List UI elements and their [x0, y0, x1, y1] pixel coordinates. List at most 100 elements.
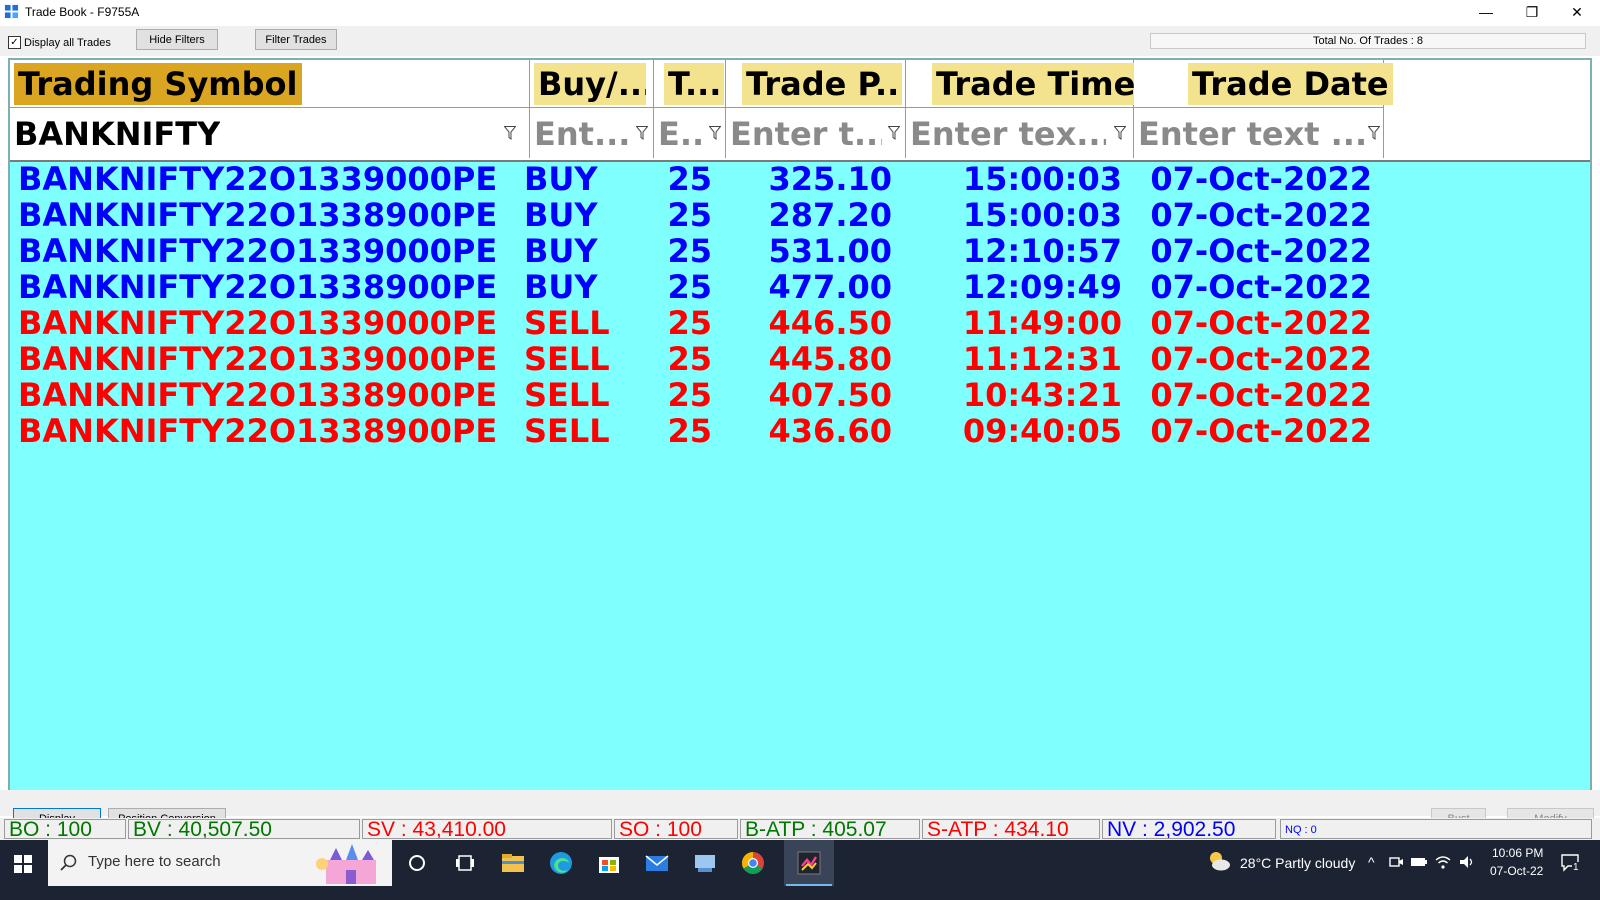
- table-row[interactable]: BANKNIFTY22O1338900PE SELL 25 407.50 10:…: [10, 378, 1410, 413]
- trading-app-taskbar-button[interactable]: [784, 840, 834, 886]
- notification-count-badge: 1: [1572, 862, 1580, 873]
- cell-price: 445.80: [768, 340, 892, 378]
- filter-trades-button[interactable]: Filter Trades: [255, 29, 337, 50]
- mail-icon[interactable]: [642, 848, 672, 878]
- filter-input-trade-price[interactable]: Enter t...: [730, 114, 882, 154]
- weather-partly-cloudy-icon[interactable]: [1206, 850, 1232, 872]
- filter-input-buy-sell[interactable]: Ent...: [534, 114, 630, 154]
- cell-symbol: BANKNIFTY22O1338900PE: [18, 268, 498, 306]
- clock-date[interactable]: 07-Oct-22: [1490, 864, 1543, 878]
- file-explorer-icon[interactable]: [498, 848, 528, 878]
- column-header-trade-price[interactable]: Trade P...: [726, 60, 906, 108]
- buy-atp-stat: B-ATP : 405.07: [740, 819, 920, 839]
- wifi-icon[interactable]: [1434, 854, 1452, 870]
- cell-price: 531.00: [768, 232, 892, 270]
- taskbar-search-box[interactable]: Type here to search: [48, 840, 392, 886]
- column-label: Buy/...: [534, 63, 646, 105]
- filter-funnel-icon[interactable]: [504, 126, 516, 140]
- cell-time: 09:40:05: [962, 412, 1122, 450]
- table-row[interactable]: BANKNIFTY22O1338900PE BUY 25 477.00 12:0…: [10, 270, 1410, 305]
- filter-funnel-icon[interactable]: [1114, 126, 1126, 140]
- show-hidden-icons-chevron-icon[interactable]: ^: [1368, 854, 1375, 870]
- active-app-indicator: [786, 884, 832, 886]
- hide-filters-button[interactable]: Hide Filters: [136, 29, 218, 50]
- edge-browser-icon[interactable]: [546, 848, 576, 878]
- cell-symbol: BANKNIFTY22O1338900PE: [18, 196, 498, 234]
- meet-now-icon[interactable]: [1388, 854, 1404, 870]
- filter-cell-trade-time[interactable]: Enter tex...: [906, 108, 1134, 158]
- cell-time: 11:12:31: [962, 340, 1122, 378]
- net-quantity-stat: NQ : 0: [1280, 819, 1592, 839]
- column-header-trade-time[interactable]: Trade Time: [906, 60, 1140, 108]
- filter-input-quantity[interactable]: E..: [658, 114, 704, 154]
- chrome-icon[interactable]: [738, 848, 768, 878]
- cell-time: 10:43:21: [962, 376, 1122, 414]
- task-view-icon[interactable]: [450, 848, 480, 878]
- column-header-buy-sell[interactable]: Buy/...: [530, 60, 654, 108]
- cell-side: BUY: [524, 160, 598, 198]
- cell-quantity: 25: [667, 160, 712, 198]
- cell-symbol: BANKNIFTY22O1338900PE: [18, 412, 498, 450]
- filter-cell-trade-date[interactable]: Enter text ...: [1134, 108, 1384, 158]
- cell-date: 07-Oct-2022: [1150, 304, 1372, 342]
- filter-cell-buy-sell[interactable]: Ent...: [530, 108, 654, 158]
- column-label: T...: [664, 63, 724, 105]
- filter-cell-quantity[interactable]: E..: [654, 108, 726, 158]
- cell-side: BUY: [524, 268, 598, 306]
- filter-funnel-icon[interactable]: [636, 126, 648, 140]
- cell-time: 12:10:57: [962, 232, 1122, 270]
- total-trades-count: Total No. Of Trades : 8: [1150, 33, 1586, 49]
- volume-icon[interactable]: [1458, 854, 1476, 870]
- cortana-icon[interactable]: [402, 848, 432, 878]
- remote-desktop-icon[interactable]: [690, 848, 720, 878]
- weather-text[interactable]: 28°C Partly cloudy: [1240, 855, 1355, 871]
- microsoft-store-icon[interactable]: [594, 848, 624, 878]
- cell-side: BUY: [524, 196, 598, 234]
- table-row[interactable]: BANKNIFTY22O1338900PE SELL 25 436.60 09:…: [10, 414, 1410, 449]
- filter-input-trading-symbol[interactable]: BANKNIFTY: [14, 114, 220, 154]
- title-bar: Trade Book - F9755A — ❐ ✕: [0, 0, 1600, 24]
- display-all-trades-checkbox[interactable]: ✓ Display all Trades: [8, 36, 111, 49]
- column-header-trading-symbol[interactable]: Trading Symbol: [10, 60, 530, 108]
- filter-funnel-icon[interactable]: [888, 126, 900, 140]
- action-bar: [0, 790, 1600, 816]
- table-row[interactable]: BANKNIFTY22O1339000PE BUY 25 325.10 15:0…: [10, 162, 1410, 197]
- battery-icon[interactable]: [1410, 855, 1428, 869]
- window-title: Trade Book - F9755A: [25, 5, 140, 19]
- cell-quantity: 25: [667, 304, 712, 342]
- table-row[interactable]: BANKNIFTY22O1339000PE SELL 25 445.80 11:…: [10, 342, 1410, 377]
- table-row[interactable]: BANKNIFTY22O1339000PE SELL 25 446.50 11:…: [10, 306, 1410, 341]
- filter-funnel-icon[interactable]: [1368, 126, 1380, 140]
- column-header-quantity[interactable]: T...: [654, 60, 726, 108]
- minimize-button[interactable]: —: [1463, 0, 1509, 24]
- clock-time[interactable]: 10:06 PM: [1492, 846, 1543, 860]
- sell-orders-stat: SO : 100: [614, 819, 738, 839]
- trading-app-icon: [797, 851, 821, 875]
- notification-center-button[interactable]: 1: [1560, 852, 1582, 874]
- filter-cell-trading-symbol[interactable]: BANKNIFTY: [10, 108, 530, 158]
- table-row[interactable]: BANKNIFTY22O1338900PE BUY 25 287.20 15:0…: [10, 198, 1410, 233]
- cell-quantity: 25: [667, 412, 712, 450]
- cell-quantity: 25: [667, 340, 712, 378]
- cell-price: 407.50: [768, 376, 892, 414]
- table-row[interactable]: BANKNIFTY22O1339000PE BUY 25 531.00 12:1…: [10, 234, 1410, 269]
- cell-symbol: BANKNIFTY22O1339000PE: [18, 160, 498, 198]
- buy-orders-stat: BO : 100: [4, 819, 126, 839]
- cell-symbol: BANKNIFTY22O1339000PE: [18, 304, 498, 342]
- close-button[interactable]: ✕: [1554, 0, 1600, 24]
- net-value-stat: NV : 2,902.50: [1102, 819, 1276, 839]
- cell-time: 12:09:49: [962, 268, 1122, 306]
- filter-input-trade-time[interactable]: Enter tex...: [910, 114, 1106, 154]
- cell-side: SELL: [524, 304, 610, 342]
- filter-cell-trade-price[interactable]: Enter t...: [726, 108, 906, 158]
- restore-button[interactable]: ❐: [1509, 0, 1555, 24]
- windows-start-icon[interactable]: [14, 855, 32, 873]
- column-label: Trade P...: [742, 63, 902, 105]
- cell-symbol: BANKNIFTY22O1339000PE: [18, 340, 498, 378]
- search-highlight-castle-icon: [316, 844, 376, 884]
- column-header-trade-date[interactable]: Trade Date: [1134, 60, 1393, 108]
- restore-icon: ❐: [1525, 3, 1539, 20]
- search-icon: [60, 854, 77, 871]
- filter-funnel-icon[interactable]: [709, 126, 721, 140]
- filter-input-trade-date[interactable]: Enter text ...: [1138, 114, 1364, 154]
